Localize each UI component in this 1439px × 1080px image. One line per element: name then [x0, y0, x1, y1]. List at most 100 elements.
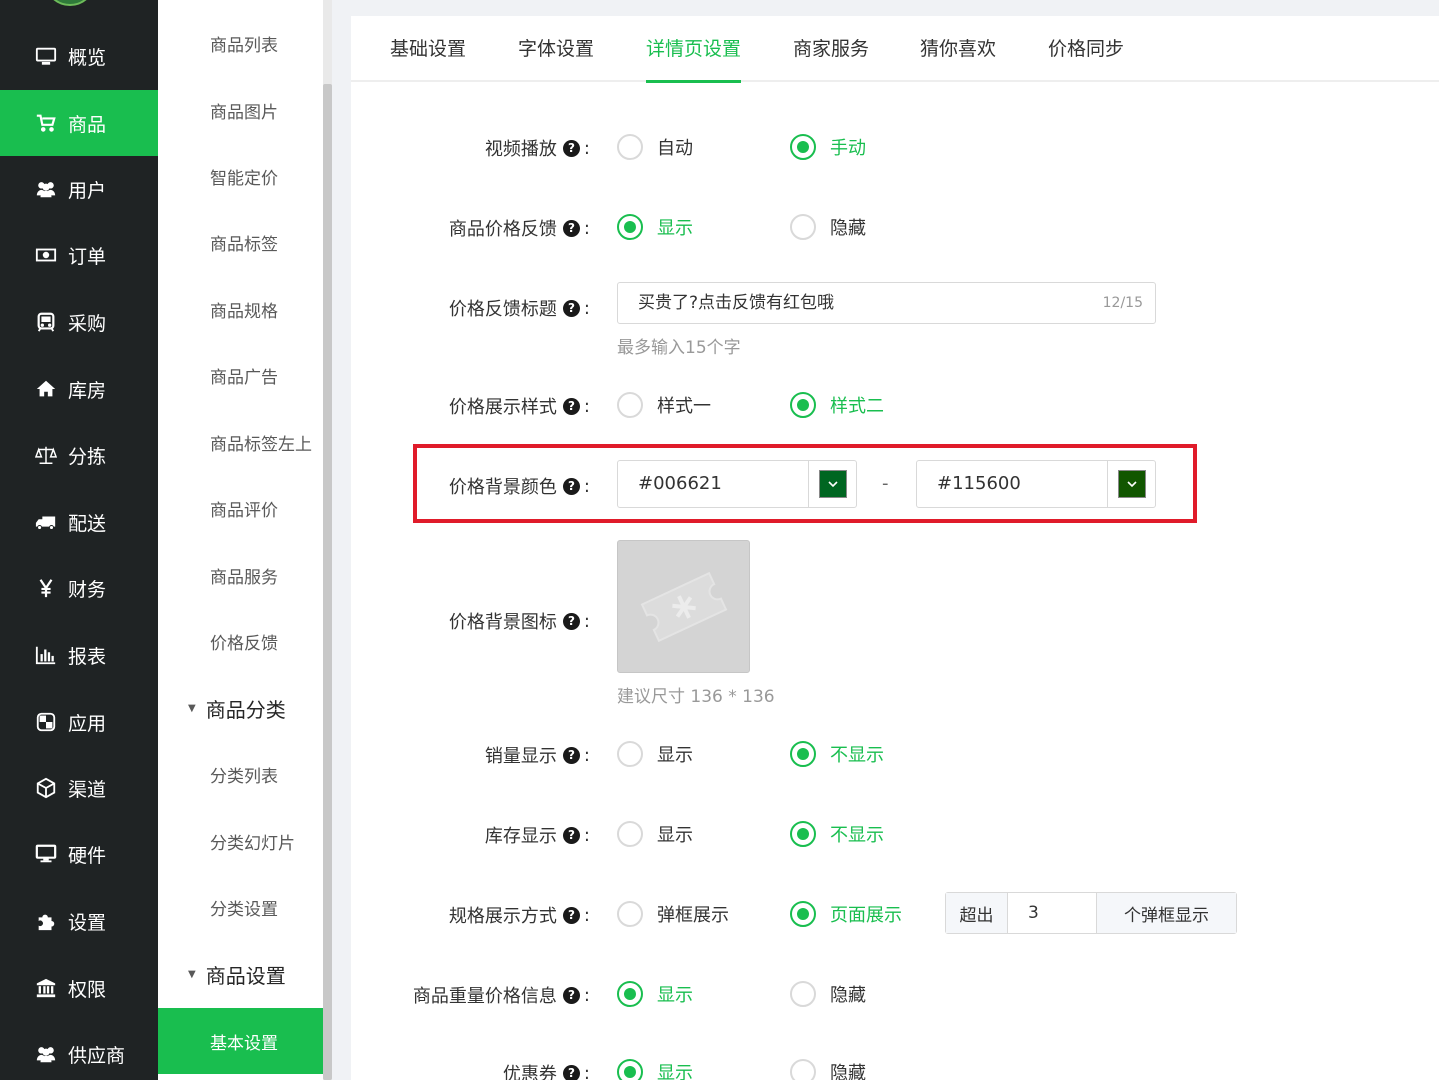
nav-item-hardware[interactable]: 硬件	[0, 821, 158, 887]
radio-label: 隐藏	[830, 985, 866, 1006]
radio-video-manual[interactable]: 手动	[790, 134, 866, 160]
nav-label: 商品	[68, 113, 107, 136]
submenu-scrollbar-thumb[interactable]	[323, 84, 332, 1080]
submenu-group-categories[interactable]: ▼ 商品分类	[158, 675, 323, 741]
help-icon[interactable]: ?	[562, 746, 580, 764]
radio-weight-show[interactable]: 显示	[617, 981, 693, 1007]
feedback-title-hint: 最多输入15个字	[617, 338, 741, 358]
radio-stock-hide[interactable]: 不显示	[790, 821, 884, 847]
tab-basic-settings[interactable]: 基础设置	[390, 16, 466, 82]
nav-item-channels[interactable]: 渠道	[0, 755, 158, 821]
nav-item-users[interactable]: 用户	[0, 156, 158, 222]
tab-font-settings[interactable]: 字体设置	[518, 16, 594, 82]
nav-item-overview[interactable]: 概览	[0, 23, 158, 89]
submenu-item-product-services[interactable]: 商品服务	[158, 542, 323, 608]
submenu-group-product-settings[interactable]: ▼ 商品设置	[158, 941, 323, 1007]
nav-label: 分拣	[68, 445, 107, 468]
help-icon[interactable]: ?	[562, 299, 580, 317]
exceed-count-input[interactable]: 3	[1008, 893, 1096, 933]
nav-item-orders[interactable]: 订单	[0, 222, 158, 288]
price-feedback-label: 商品价格反馈?:	[350, 215, 590, 241]
colon: :	[583, 824, 590, 846]
colon: :	[583, 297, 590, 319]
nav-label: 权限	[68, 978, 107, 1001]
radio-feedback-show[interactable]: 显示	[617, 214, 693, 240]
help-icon[interactable]: ?	[562, 1064, 580, 1080]
label-text: 优惠券	[502, 1064, 557, 1080]
radio-label: 隐藏	[830, 218, 866, 239]
caret-down-icon: ▼	[188, 702, 196, 714]
nav-item-apps[interactable]: 应用	[0, 689, 158, 755]
radio-sales-hide[interactable]: 不显示	[790, 741, 884, 767]
nav-item-settings[interactable]: 设置	[0, 888, 158, 954]
settings-tabs: 基础设置 字体设置 详情页设置 商家服务 猜你喜欢 价格同步	[351, 16, 1439, 83]
nav-item-delivery[interactable]: 配送	[0, 489, 158, 555]
radio-feedback-hide[interactable]: 隐藏	[790, 214, 866, 240]
radio-style-two[interactable]: 样式二	[790, 392, 884, 418]
tab-detail-page-settings[interactable]: 详情页设置	[646, 16, 742, 83]
tab-merchant-services[interactable]: 商家服务	[793, 16, 869, 82]
nav-item-suppliers[interactable]: 供应商	[0, 1021, 158, 1080]
radio-coupon-hide[interactable]: 隐藏	[790, 1059, 866, 1080]
label-text: 视频播放	[484, 139, 557, 160]
radio-video-auto[interactable]: 自动	[617, 134, 693, 160]
submenu-item-category-slides[interactable]: 分类幻灯片	[158, 808, 323, 874]
nav-item-purchase[interactable]: 采购	[0, 289, 158, 355]
money-icon	[34, 243, 58, 267]
nav-item-warehouse[interactable]: 库房	[0, 356, 158, 422]
spec-exceed-input-group: 超出 3 个弹框显示	[945, 892, 1237, 934]
label-text: 商品重量价格信息	[412, 986, 557, 1007]
radio-circle	[790, 134, 816, 160]
price-bg-icon-upload[interactable]	[617, 540, 750, 673]
help-icon[interactable]: ?	[562, 139, 580, 157]
help-icon[interactable]: ?	[562, 477, 580, 495]
submenu-item-tag-top-left[interactable]: 商品标签左上	[158, 409, 323, 475]
bank-icon	[34, 976, 58, 1000]
color-input-from[interactable]: #006621	[617, 460, 857, 508]
nav-item-sorting[interactable]: 分拣	[0, 422, 158, 488]
help-icon[interactable]: ?	[562, 906, 580, 924]
weight-price-label: 商品重量价格信息?:	[350, 982, 590, 1008]
submenu-item-product-specs[interactable]: 商品规格	[158, 276, 323, 342]
radio-coupon-show[interactable]: 显示	[617, 1059, 693, 1080]
submenu-item-product-images[interactable]: 商品图片	[158, 77, 323, 143]
radio-style-one[interactable]: 样式一	[617, 392, 711, 418]
color-input-to[interactable]: #115600	[916, 460, 1156, 508]
help-icon[interactable]: ?	[562, 219, 580, 237]
submenu-item-price-feedback[interactable]: 价格反馈	[158, 608, 323, 674]
submenu-item-product-ads[interactable]: 商品广告	[158, 342, 323, 408]
radio-spec-popup[interactable]: 弹框展示	[617, 901, 729, 927]
radio-spec-page[interactable]: 页面展示	[790, 901, 902, 927]
nav-item-reports[interactable]: 报表	[0, 622, 158, 688]
nav-item-finance[interactable]: 财务	[0, 555, 158, 621]
submenu-item-basic-settings[interactable]: 基本设置	[158, 1008, 323, 1074]
colon: :	[583, 217, 590, 239]
radio-weight-hide[interactable]: 隐藏	[790, 981, 866, 1007]
radio-label: 显示	[657, 1063, 693, 1080]
radio-circle	[790, 821, 816, 847]
nav-item-permissions[interactable]: 权限	[0, 955, 158, 1021]
nav-item-products[interactable]: 商品	[0, 90, 158, 156]
submenu-item-category-list[interactable]: 分类列表	[158, 741, 323, 807]
tab-guess-you-like[interactable]: 猜你喜欢	[920, 16, 996, 82]
color-picker-from[interactable]	[808, 461, 856, 507]
feedback-title-input[interactable]: 买贵了?点击反馈有红包哦 12/15	[617, 282, 1156, 324]
help-icon[interactable]: ?	[562, 826, 580, 844]
submenu-item-product-reviews[interactable]: 商品评价	[158, 475, 323, 541]
radio-label: 隐藏	[830, 1063, 866, 1080]
submenu-item-product-list[interactable]: 商品列表	[158, 10, 323, 76]
apps-icon	[34, 710, 58, 734]
radio-sales-show[interactable]: 显示	[617, 741, 693, 767]
nav-label: 应用	[68, 712, 107, 735]
submenu-item-product-tags[interactable]: 商品标签	[158, 209, 323, 275]
help-icon[interactable]: ?	[562, 986, 580, 1004]
help-icon[interactable]: ?	[562, 612, 580, 630]
radio-label: 显示	[657, 985, 693, 1006]
submenu-item-smart-pricing[interactable]: 智能定价	[158, 143, 323, 209]
color-picker-to[interactable]	[1107, 461, 1155, 507]
tab-price-sync[interactable]: 价格同步	[1048, 16, 1124, 82]
spec-display-label: 规格展示方式?:	[350, 902, 590, 928]
help-icon[interactable]: ?	[562, 397, 580, 415]
submenu-item-category-settings[interactable]: 分类设置	[158, 874, 323, 940]
radio-stock-show[interactable]: 显示	[617, 821, 693, 847]
